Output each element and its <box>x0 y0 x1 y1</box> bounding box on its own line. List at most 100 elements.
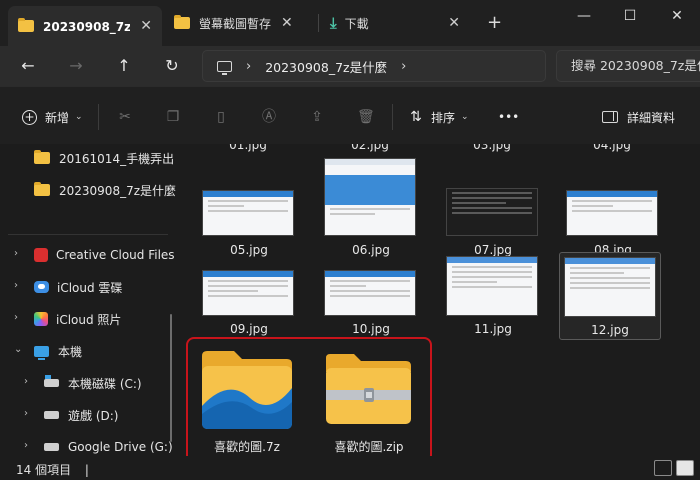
file-label: 喜歡的圖.zip <box>334 440 404 454</box>
close-icon[interactable]: ✕ <box>140 18 152 34</box>
clipboard-icon: ▯ <box>217 109 225 125</box>
sidebar-item-creative-cloud[interactable]: Creative Cloud Files <box>34 243 175 267</box>
delete-button[interactable]: 🗑 <box>357 107 375 127</box>
rename-icon: Ⓐ <box>262 109 276 125</box>
more-options-button[interactable]: ••• <box>498 107 519 127</box>
new-button[interactable]: + 新增 ⌄ <box>22 107 83 127</box>
file-label[interactable]: 01.jpg <box>202 144 294 152</box>
up-button[interactable]: ↑ <box>112 54 136 78</box>
details-pane-icon <box>602 111 618 123</box>
file-item[interactable]: 05.jpg <box>198 154 300 257</box>
address-row: ← → ↑ ↻ › 20230908_7z是什麼 › 搜尋 20230908_7… <box>0 46 700 86</box>
cut-button[interactable]: ✂ <box>117 107 133 127</box>
minimize-button[interactable]: — <box>574 6 594 26</box>
share-button[interactable]: ⇪ <box>309 107 325 127</box>
sidebar-item-20161014[interactable]: 20161014_手機弄出 <box>34 146 174 170</box>
sidebar-item-label: Google Drive (G:) <box>68 440 173 454</box>
chevron-right-icon[interactable]: › <box>24 376 28 387</box>
tab-screenshot-temp[interactable]: 螢幕截圖暫存 ✕ <box>164 6 314 40</box>
sidebar-item-drive-d[interactable]: 遊戲 (D:) <box>44 403 118 427</box>
forward-button[interactable]: → <box>64 54 88 78</box>
image-thumbnail <box>202 270 294 316</box>
address-bar[interactable]: › 20230908_7z是什麼 › <box>202 50 546 82</box>
image-thumbnail <box>446 256 538 316</box>
file-label: 10.jpg <box>352 322 390 336</box>
file-item[interactable]: 喜歡的圖.7z <box>196 342 298 456</box>
sidebar-item-label: 本機磁碟 (C:) <box>68 376 142 391</box>
status-bar: 14 個項目 | <box>0 456 700 480</box>
image-thumbnail <box>324 158 416 236</box>
close-icon[interactable]: ✕ <box>281 15 293 31</box>
breadcrumb-segment[interactable]: 20230908_7z是什麼 <box>265 57 387 76</box>
close-icon[interactable]: ✕ <box>448 15 460 31</box>
tab-20230908[interactable]: 20230908_7z是 ✕ <box>8 6 162 46</box>
file-item[interactable]: 11.jpg <box>442 252 544 340</box>
file-label[interactable]: 04.jpg <box>566 144 658 152</box>
file-item[interactable]: 07.jpg <box>442 154 544 257</box>
file-item[interactable]: 喜歡的圖.zip <box>318 342 420 456</box>
chevron-down-icon[interactable]: ⌄ <box>14 344 22 355</box>
chevron-right-icon[interactable]: › <box>24 408 28 419</box>
sort-label: 排序 <box>431 110 456 125</box>
sidebar-item-label: 20230908_7z是什麼 <box>59 183 176 198</box>
chevron-right-icon[interactable]: › <box>14 248 18 259</box>
zip-folder-icon <box>326 354 411 424</box>
sidebar-item-label: 20161014_手機弄出 <box>59 151 175 166</box>
folder-icon <box>34 150 50 164</box>
copy-button[interactable]: ❐ <box>165 107 181 127</box>
folder-icon <box>174 15 190 29</box>
back-button[interactable]: ← <box>16 54 40 78</box>
chevron-right-icon[interactable]: › <box>401 59 406 74</box>
new-tab-button[interactable]: + <box>487 12 502 33</box>
file-item[interactable]: 10.jpg <box>320 252 422 340</box>
toolbar-separator <box>98 104 99 130</box>
chevron-right-icon[interactable]: › <box>24 440 28 451</box>
this-pc-icon <box>34 345 49 360</box>
tab-separator <box>318 14 319 32</box>
sort-button[interactable]: ⇅ 排序 ⌄ <box>408 107 468 127</box>
chevron-right-icon[interactable]: › <box>14 312 18 323</box>
share-icon: ⇪ <box>311 109 323 125</box>
new-label: 新增 <box>45 110 70 125</box>
download-icon: ⤓ <box>330 14 337 32</box>
sidebar-item-label: iCloud 雲碟 <box>57 280 123 295</box>
chevron-right-icon[interactable]: › <box>14 280 18 291</box>
details-pane-button[interactable]: 詳細資料 <box>602 107 675 127</box>
sidebar-item-drive-c[interactable]: 本機磁碟 (C:) <box>44 371 142 395</box>
file-item[interactable]: 08.jpg <box>562 154 664 257</box>
sidebar-item-icloud-photos[interactable]: iCloud 照片 <box>34 307 121 331</box>
sidebar-scrollbar[interactable] <box>170 314 172 442</box>
tab-downloads[interactable]: ⤓ 下載 ✕ <box>320 6 470 40</box>
sidebar-item-drive-g[interactable]: Google Drive (G:) <box>44 435 173 456</box>
close-window-button[interactable]: ✕ <box>667 6 687 26</box>
details-label: 詳細資料 <box>627 110 676 125</box>
file-item-selected[interactable]: 12.jpg <box>559 252 661 340</box>
rename-button[interactable]: Ⓐ <box>261 107 277 127</box>
sidebar-item-this-pc[interactable]: 本機 <box>34 339 82 363</box>
paste-button[interactable]: ▯ <box>213 107 229 127</box>
file-item[interactable]: 06.jpg <box>320 154 422 257</box>
trash-icon: 🗑 <box>357 109 375 125</box>
chevron-right-icon[interactable]: › <box>246 59 251 74</box>
sidebar-item-label: 遊戲 (D:) <box>68 408 119 423</box>
icloud-icon <box>34 281 49 293</box>
sort-icon: ⇅ <box>410 109 422 125</box>
file-label[interactable]: 03.jpg <box>446 144 538 152</box>
details-view-button[interactable] <box>654 460 672 476</box>
file-label: 12.jpg <box>591 323 629 337</box>
image-thumbnail <box>446 188 538 236</box>
sidebar-item-icloud-drive[interactable]: iCloud 雲碟 <box>34 275 122 299</box>
photos-icon <box>34 312 48 326</box>
maximize-button[interactable]: ☐ <box>620 6 640 26</box>
system-drive-icon <box>44 375 59 387</box>
refresh-button[interactable]: ↻ <box>160 54 184 78</box>
drive-icon <box>44 443 59 451</box>
scissors-icon: ✂ <box>119 109 131 125</box>
thumbnail-view-button[interactable] <box>676 460 694 476</box>
file-label[interactable]: 02.jpg <box>324 144 416 152</box>
file-item[interactable]: 09.jpg <box>198 252 300 340</box>
sidebar-item-20230908[interactable]: 20230908_7z是什麼 <box>34 178 176 202</box>
creative-cloud-icon <box>34 248 48 262</box>
search-input[interactable]: 搜尋 20230908_7z是什麼 <box>556 50 700 82</box>
sidebar-item-label: Creative Cloud Files <box>56 248 175 262</box>
